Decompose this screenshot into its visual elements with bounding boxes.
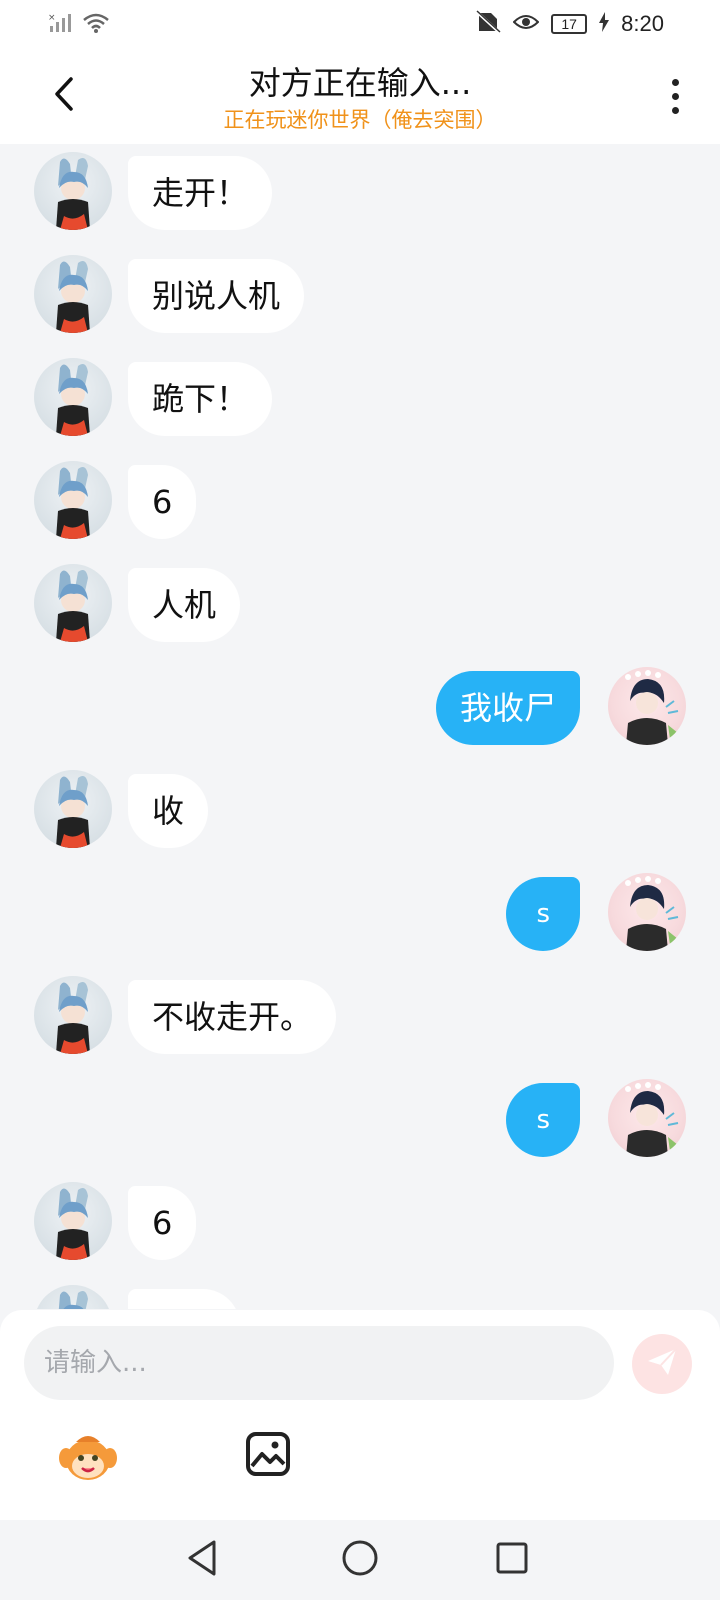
circle-home-icon [340,1538,380,1582]
outgoing-message: s [0,867,720,951]
incoming-message: 不收走开。 [0,970,720,1054]
contact-avatar[interactable] [34,255,112,333]
contact-avatar[interactable] [34,1182,112,1260]
more-vertical-icon [671,78,679,86]
outgoing-message: 我收尸 [0,661,720,745]
incoming-message: 收 [0,764,720,848]
clock: 8:20 [621,11,664,36]
emoji-face-icon [58,1436,118,1492]
chat-title: 对方正在输入... [248,64,472,102]
contact-avatar[interactable] [34,976,112,1054]
status-bar: × 17 8:20 [0,0,720,48]
image-button[interactable] [244,1430,292,1478]
incoming-message: 走开！ [0,146,720,230]
incoming-message: 6 [0,455,720,539]
more-options-button[interactable] [660,74,690,118]
contact-avatar[interactable] [34,461,112,539]
incoming-message: 别说人机 [0,249,720,333]
triangle-back-icon [184,1538,220,1582]
contact-avatar[interactable] [34,358,112,436]
message-bubble[interactable]: 人机 [128,568,241,642]
signal-icon: × [48,12,72,38]
message-list[interactable]: 走开！别说人机跪下！6人机我收尸收s不收走开。s6人机 [0,144,720,1309]
eye-icon [512,12,540,36]
outgoing-message: s [0,1073,720,1157]
square-recents-icon [494,1540,530,1580]
message-bubble[interactable]: 人机 [128,1289,241,1309]
send-button[interactable] [632,1334,692,1394]
message-bubble[interactable]: 走开！ [128,156,273,230]
wifi-icon [82,12,110,38]
send-icon [646,1347,678,1381]
more-dot [671,106,679,114]
no-sim-icon [475,9,502,38]
chat-subtitle: 正在玩迷你世界（俺去突围） [223,108,497,132]
message-bubble[interactable]: s [506,1083,580,1157]
message-bubble[interactable]: s [506,877,580,951]
system-nav-bar [0,1520,720,1600]
message-bubble[interactable]: 6 [128,1186,197,1260]
message-bubble[interactable]: 6 [128,465,197,539]
incoming-message: 跪下！ [0,352,720,436]
battery-indicator: 17 [551,14,588,34]
incoming-message: 6 [0,1176,720,1260]
chat-header: 对方正在输入... 正在玩迷你世界（俺去突围） [0,48,720,144]
contact-avatar[interactable] [34,152,112,230]
nav-recents-button[interactable] [490,1538,534,1582]
contact-avatar[interactable] [34,1285,112,1309]
my-avatar[interactable] [608,873,686,951]
nav-home-button[interactable] [338,1538,382,1582]
my-avatar[interactable] [608,667,686,745]
contact-avatar[interactable] [34,770,112,848]
image-icon [244,1432,292,1482]
incoming-message: 人机 [0,558,720,642]
message-bubble[interactable]: 跪下！ [128,362,273,436]
contact-avatar[interactable] [34,564,112,642]
charging-icon [599,12,610,36]
message-bubble[interactable]: 我收尸 [435,671,580,745]
emoji-button[interactable] [58,1428,118,1488]
incoming-message: 人机 [0,1279,720,1309]
message-bubble[interactable]: 别说人机 [128,259,305,333]
my-avatar[interactable] [608,1079,686,1157]
input-panel [0,1310,720,1520]
message-bubble[interactable]: 不收走开。 [128,980,337,1054]
message-input[interactable] [24,1326,614,1400]
message-bubble[interactable]: 收 [128,774,209,848]
more-dot [671,92,679,100]
svg-text:×: × [48,13,56,23]
nav-back-button[interactable] [180,1538,224,1582]
